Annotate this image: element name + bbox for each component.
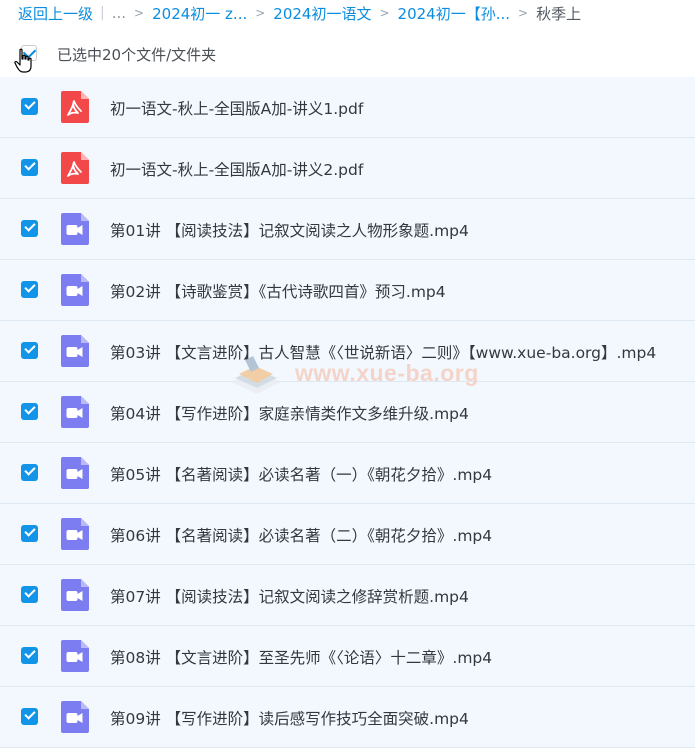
breadcrumb-back-link[interactable]: 返回上一级 [18, 3, 93, 24]
file-name[interactable]: 第04讲 【写作进阶】家庭亲情类作文多维升级.mp4 [110, 402, 469, 424]
file-name[interactable]: 第07讲 【阅读技法】记叙文阅读之修辞赏析题.mp4 [110, 585, 469, 607]
file-name[interactable]: 第05讲 【名著阅读】必读名著（一）《朝花夕拾》.mp4 [110, 463, 492, 485]
pdf-file-icon [61, 152, 89, 184]
selection-bar: 已选中20个文件/文件夹 [0, 36, 695, 72]
file-row[interactable]: 第07讲 【阅读技法】记叙文阅读之修辞赏析题.mp4 [0, 565, 695, 626]
breadcrumb: 返回上一级 | ... > 2024初一 z... > 2024初一语文 > 2… [0, 0, 695, 26]
breadcrumb-current: 秋季上 [536, 4, 582, 23]
breadcrumb-item[interactable]: 2024初一 z... [152, 3, 247, 24]
file-row[interactable]: 第03讲 【文言进阶】古人智慧《〈世说新语〉二则》【www.xue-ba.org… [0, 321, 695, 382]
video-file-icon [61, 701, 89, 733]
file-checkbox[interactable] [21, 98, 38, 115]
file-checkbox[interactable] [21, 281, 38, 298]
file-checkbox[interactable] [21, 647, 38, 664]
file-checkbox[interactable] [21, 525, 38, 542]
hand-pointer-icon [14, 48, 32, 73]
file-checkbox[interactable] [21, 708, 38, 725]
file-name[interactable]: 第08讲 【文言进阶】至圣先师《〈论语〉十二章》.mp4 [110, 646, 492, 668]
file-checkbox[interactable] [21, 403, 38, 420]
video-file-icon [61, 518, 89, 550]
video-file-icon [61, 396, 89, 428]
file-name[interactable]: 初一语文-秋上-全国版A加-讲义1.pdf [110, 97, 363, 119]
breadcrumb-separator-icon: > [255, 6, 266, 20]
file-list: 初一语文-秋上-全国版A加-讲义1.pdf 初一语文-秋上-全国版A加-讲义2.p… [0, 77, 695, 748]
file-row[interactable]: 第08讲 【文言进阶】至圣先师《〈论语〉十二章》.mp4 [0, 626, 695, 687]
file-checkbox[interactable] [21, 464, 38, 481]
checkmark-icon [24, 525, 36, 537]
checkmark-icon [24, 98, 36, 110]
file-checkbox[interactable] [21, 586, 38, 603]
video-file-icon [61, 579, 89, 611]
breadcrumb-separator-icon: > [518, 6, 529, 20]
file-row[interactable]: 第04讲 【写作进阶】家庭亲情类作文多维升级.mp4 [0, 382, 695, 443]
file-row[interactable]: 初一语文-秋上-全国版A加-讲义2.pdf [0, 138, 695, 199]
video-file-icon [61, 213, 89, 245]
file-name[interactable]: 第01讲 【阅读技法】记叙文阅读之人物形象题.mp4 [110, 219, 469, 241]
checkmark-icon [24, 708, 36, 720]
file-checkbox[interactable] [21, 220, 38, 237]
file-checkbox[interactable] [21, 159, 38, 176]
breadcrumb-item[interactable]: 2024初一语文 [273, 3, 371, 24]
file-name[interactable]: 初一语文-秋上-全国版A加-讲义2.pdf [110, 158, 363, 180]
checkmark-icon [24, 647, 36, 659]
file-name[interactable]: 第02讲 【诗歌鉴赏】《古代诗歌四首》预习.mp4 [110, 280, 446, 302]
selection-count-label: 已选中20个文件/文件夹 [57, 46, 217, 64]
video-file-icon [61, 457, 89, 489]
checkmark-icon [24, 403, 36, 415]
file-row[interactable]: 第09讲 【写作进阶】读后感写作技巧全面突破.mp4 [0, 687, 695, 748]
checkmark-icon [24, 464, 36, 476]
file-row[interactable]: 第06讲 【名著阅读】必读名著（二）《朝花夕拾》.mp4 [0, 504, 695, 565]
file-name[interactable]: 第06讲 【名著阅读】必读名著（二）《朝花夕拾》.mp4 [110, 524, 492, 546]
video-file-icon [61, 335, 89, 367]
file-row[interactable]: 第05讲 【名著阅读】必读名著（一）《朝花夕拾》.mp4 [0, 443, 695, 504]
breadcrumb-separator-icon: > [134, 6, 145, 20]
breadcrumb-item[interactable]: 2024初一【孙... [398, 3, 510, 24]
checkmark-icon [24, 281, 36, 293]
file-checkbox[interactable] [21, 342, 38, 359]
video-file-icon [61, 640, 89, 672]
breadcrumb-divider: | [100, 5, 105, 21]
video-file-icon [61, 274, 89, 306]
breadcrumb-ellipsis[interactable]: ... [112, 4, 126, 22]
file-name[interactable]: 第09讲 【写作进阶】读后感写作技巧全面突破.mp4 [110, 707, 469, 729]
breadcrumb-separator-icon: > [379, 6, 390, 20]
checkmark-icon [24, 586, 36, 598]
checkmark-icon [24, 159, 36, 171]
checkmark-icon [24, 342, 36, 354]
checkmark-icon [24, 220, 36, 232]
file-row[interactable]: 第02讲 【诗歌鉴赏】《古代诗歌四首》预习.mp4 [0, 260, 695, 321]
file-row[interactable]: 第01讲 【阅读技法】记叙文阅读之人物形象题.mp4 [0, 199, 695, 260]
pdf-file-icon [61, 91, 89, 123]
file-row[interactable]: 初一语文-秋上-全国版A加-讲义1.pdf [0, 77, 695, 138]
file-name[interactable]: 第03讲 【文言进阶】古人智慧《〈世说新语〉二则》【www.xue-ba.org… [110, 341, 656, 363]
